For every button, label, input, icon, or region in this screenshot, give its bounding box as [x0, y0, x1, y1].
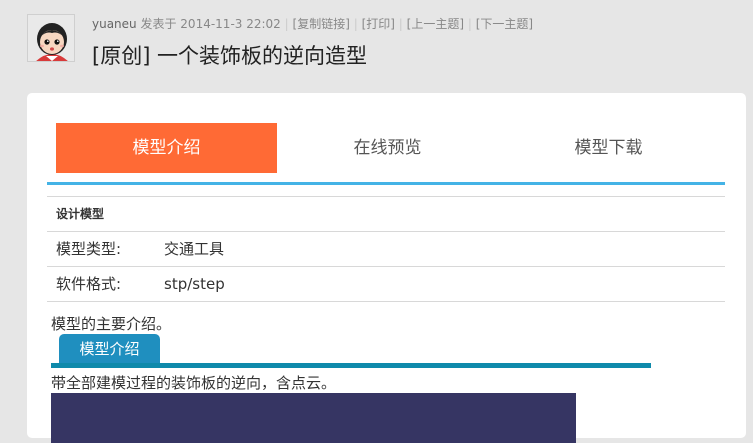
intro-text: 模型的主要介绍。	[51, 315, 172, 333]
post-meta: yuaneu 发表于 2014-11-3 22:02 | [复制链接] | [打…	[92, 17, 534, 31]
section-divider	[51, 363, 651, 368]
prev-topic-link[interactable]: [上一主题]	[407, 17, 464, 31]
model-type-label: 模型类型:	[56, 240, 122, 258]
table-row: 模型类型: 交通工具	[47, 231, 725, 266]
avatar-icon	[28, 15, 74, 61]
page-title: [原创] 一个装饰板的逆向造型	[92, 44, 368, 68]
author-link[interactable]: yuaneu	[92, 17, 137, 31]
tab-bar: 模型介绍 在线预览 模型下载	[56, 123, 719, 173]
tab-underline	[47, 182, 725, 185]
tab-model-intro[interactable]: 模型介绍	[56, 123, 277, 173]
model-image[interactable]	[51, 393, 576, 443]
info-table: 设计模型 模型类型: 交通工具 软件格式: stp/step	[47, 196, 725, 302]
next-topic-link[interactable]: [下一主题]	[476, 17, 533, 31]
copy-link[interactable]: [复制链接]	[293, 17, 350, 31]
software-format-label: 软件格式:	[56, 275, 122, 293]
description-text: 带全部建模过程的装饰板的逆向，含点云。	[51, 374, 337, 392]
section-tab-model-intro[interactable]: 模型介绍	[59, 334, 160, 364]
author-avatar[interactable]	[27, 14, 75, 62]
table-row: 软件格式: stp/step	[47, 266, 725, 302]
tab-model-download[interactable]: 模型下载	[498, 123, 719, 173]
post-time: 发表于 2014-11-3 22:02	[140, 17, 281, 31]
model-type-value: 交通工具	[164, 240, 225, 258]
software-format-value: stp/step	[164, 275, 225, 293]
tab-online-preview[interactable]: 在线预览	[277, 123, 498, 173]
info-heading-row: 设计模型	[47, 196, 725, 231]
info-heading: 设计模型	[56, 207, 105, 221]
print-link[interactable]: [打印]	[362, 17, 395, 31]
post-card: 模型介绍 在线预览 模型下载 设计模型 模型类型: 交通工具 软件格式: stp…	[27, 93, 746, 443]
